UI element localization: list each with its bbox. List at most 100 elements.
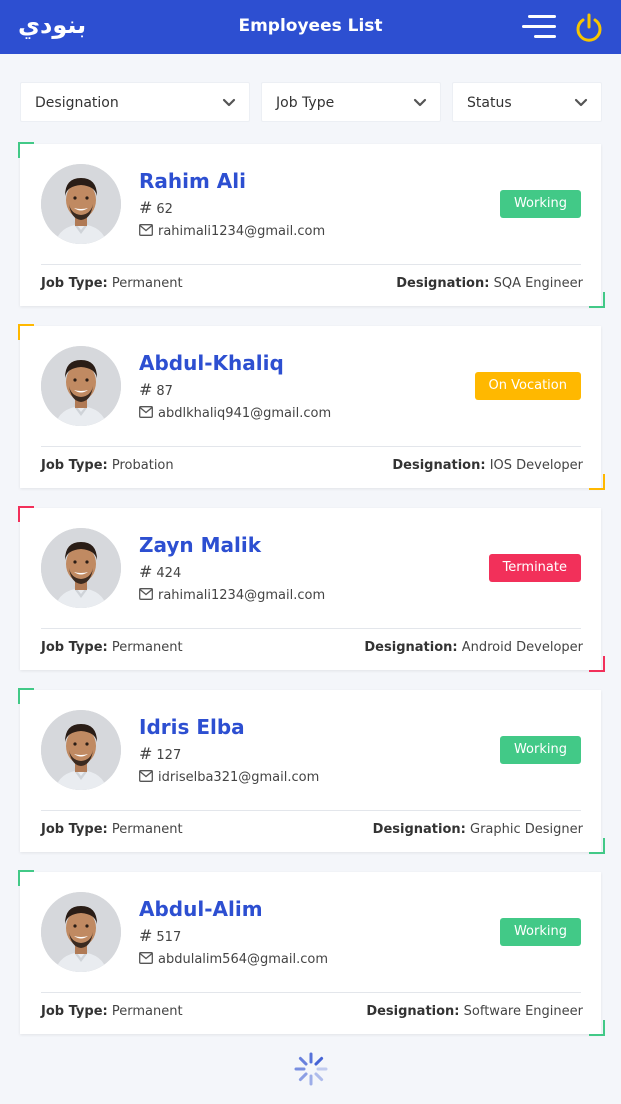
employee-id-value: 127 [156, 748, 182, 763]
employee-card[interactable]: Idris Elba #127 idriselba321@gmail.com W… [18, 688, 605, 854]
card-accent-corner [589, 838, 605, 854]
card-accent-corner [589, 474, 605, 490]
employee-name: Abdul-Alim [139, 897, 263, 921]
loading-spinner-icon [293, 1051, 329, 1087]
employee-id-value: 517 [156, 930, 182, 945]
job-type-key: Job Type: [41, 276, 108, 291]
mail-icon [139, 952, 158, 967]
hash-icon: # [139, 926, 153, 945]
designation-key: Designation: [372, 822, 466, 837]
employee-card[interactable]: Zayn Malik #424 rahimali1234@gmail.com T… [18, 506, 605, 672]
employee-id-value: 424 [156, 566, 182, 581]
hash-icon: # [139, 380, 153, 399]
card-accent-corner [589, 292, 605, 308]
employee-card[interactable]: Abdul-Alim #517 abdulalim564@gmail.com W… [18, 870, 605, 1036]
employee-email-value: abdulalim564@gmail.com [158, 952, 328, 967]
job-type-filter-label: Job Type [276, 95, 335, 111]
job-type-value: Permanent [111, 822, 183, 837]
job-type: Job Type: Permanent [41, 1002, 183, 1022]
hamburger-menu-icon[interactable] [522, 12, 558, 42]
card-divider [41, 446, 581, 447]
card-accent-corner [18, 142, 34, 158]
designation: Designation: SQA Engineer [396, 274, 583, 294]
avatar [41, 892, 121, 972]
designation: Designation: IOS Developer [392, 456, 583, 476]
hash-icon: # [139, 198, 153, 217]
hash-icon: # [139, 562, 153, 581]
employee-email-value: abdlkhaliq941@gmail.com [158, 406, 332, 421]
avatar [41, 710, 121, 790]
card-accent-corner [18, 870, 34, 886]
avatar [41, 346, 121, 426]
designation-filter-label: Designation [35, 95, 119, 111]
job-type: Job Type: Permanent [41, 638, 183, 658]
mail-icon [139, 770, 158, 785]
designation: Designation: Android Developer [364, 638, 583, 658]
status-badge: On Vocation [474, 372, 581, 400]
employee-email: rahimali1234@gmail.com [139, 222, 325, 242]
status-badge: Terminate [488, 554, 581, 582]
card-accent-corner [18, 688, 34, 704]
spinner-ray [298, 1056, 308, 1066]
job-type: Job Type: Permanent [41, 820, 183, 840]
employee-name: Zayn Malik [139, 533, 262, 557]
employee-email: abdlkhaliq941@gmail.com [139, 404, 331, 424]
employee-email-value: rahimali1234@gmail.com [158, 588, 326, 603]
employee-id: #424 [139, 562, 181, 584]
job-type-key: Job Type: [41, 640, 108, 655]
avatar [41, 528, 121, 608]
job-type-value: Probation [111, 458, 174, 473]
job-type-filter-select[interactable]: Job Type [261, 82, 441, 122]
designation: Designation: Software Engineer [366, 1002, 583, 1022]
employee-name: Idris Elba [139, 715, 245, 739]
designation-key: Designation: [364, 640, 458, 655]
employee-id: #87 [139, 380, 173, 402]
card-accent-corner [18, 506, 34, 522]
card-divider [41, 628, 581, 629]
employee-name: Abdul-Khaliq [139, 351, 284, 375]
designation-key: Designation: [396, 276, 490, 291]
app-header: بنودي Employees List [0, 0, 621, 54]
status-badge: Working [499, 918, 581, 946]
job-type-value: Permanent [111, 640, 183, 655]
employee-id-value: 87 [156, 384, 173, 399]
employee-email: idriselba321@gmail.com [139, 768, 319, 788]
chevron-down-icon [222, 98, 236, 107]
spinner-ray [298, 1072, 308, 1082]
designation-value: Software Engineer [463, 1004, 583, 1019]
designation-value: Android Developer [461, 640, 583, 655]
chevron-down-icon [574, 98, 588, 107]
designation-value: IOS Developer [489, 458, 583, 473]
card-accent-corner [589, 1020, 605, 1036]
designation: Designation: Graphic Designer [373, 820, 583, 840]
power-icon[interactable] [573, 11, 605, 43]
employee-card[interactable]: Rahim Ali #62 rahimali1234@gmail.com Wor… [18, 142, 605, 308]
employee-id: #517 [139, 926, 181, 948]
designation-value: SQA Engineer [493, 276, 583, 291]
mail-icon [139, 406, 158, 421]
status-filter-select[interactable]: Status [452, 82, 602, 122]
job-type-value: Permanent [111, 276, 183, 291]
hash-icon: # [139, 744, 153, 763]
employee-name: Rahim Ali [139, 169, 246, 193]
employee-email: rahimali1234@gmail.com [139, 586, 325, 606]
job-type-value: Permanent [111, 1004, 183, 1019]
spinner-ray [314, 1056, 324, 1066]
designation-key: Designation: [392, 458, 486, 473]
employee-email-value: idriselba321@gmail.com [158, 770, 320, 785]
chevron-down-icon [413, 98, 427, 107]
employee-id-value: 62 [156, 202, 173, 217]
status-badge: Working [499, 736, 581, 764]
designation-filter-select[interactable]: Designation [20, 82, 250, 122]
card-accent-corner [18, 324, 34, 340]
card-accent-corner [589, 656, 605, 672]
status-badge: Working [499, 190, 581, 218]
employee-email-value: rahimali1234@gmail.com [158, 224, 326, 239]
designation-key: Designation: [366, 1004, 460, 1019]
employee-card[interactable]: Abdul-Khaliq #87 abdlkhaliq941@gmail.com… [18, 324, 605, 490]
spinner-ray [314, 1072, 324, 1082]
job-type-key: Job Type: [41, 822, 108, 837]
card-divider [41, 264, 581, 265]
card-divider [41, 810, 581, 811]
designation-value: Graphic Designer [470, 822, 583, 837]
